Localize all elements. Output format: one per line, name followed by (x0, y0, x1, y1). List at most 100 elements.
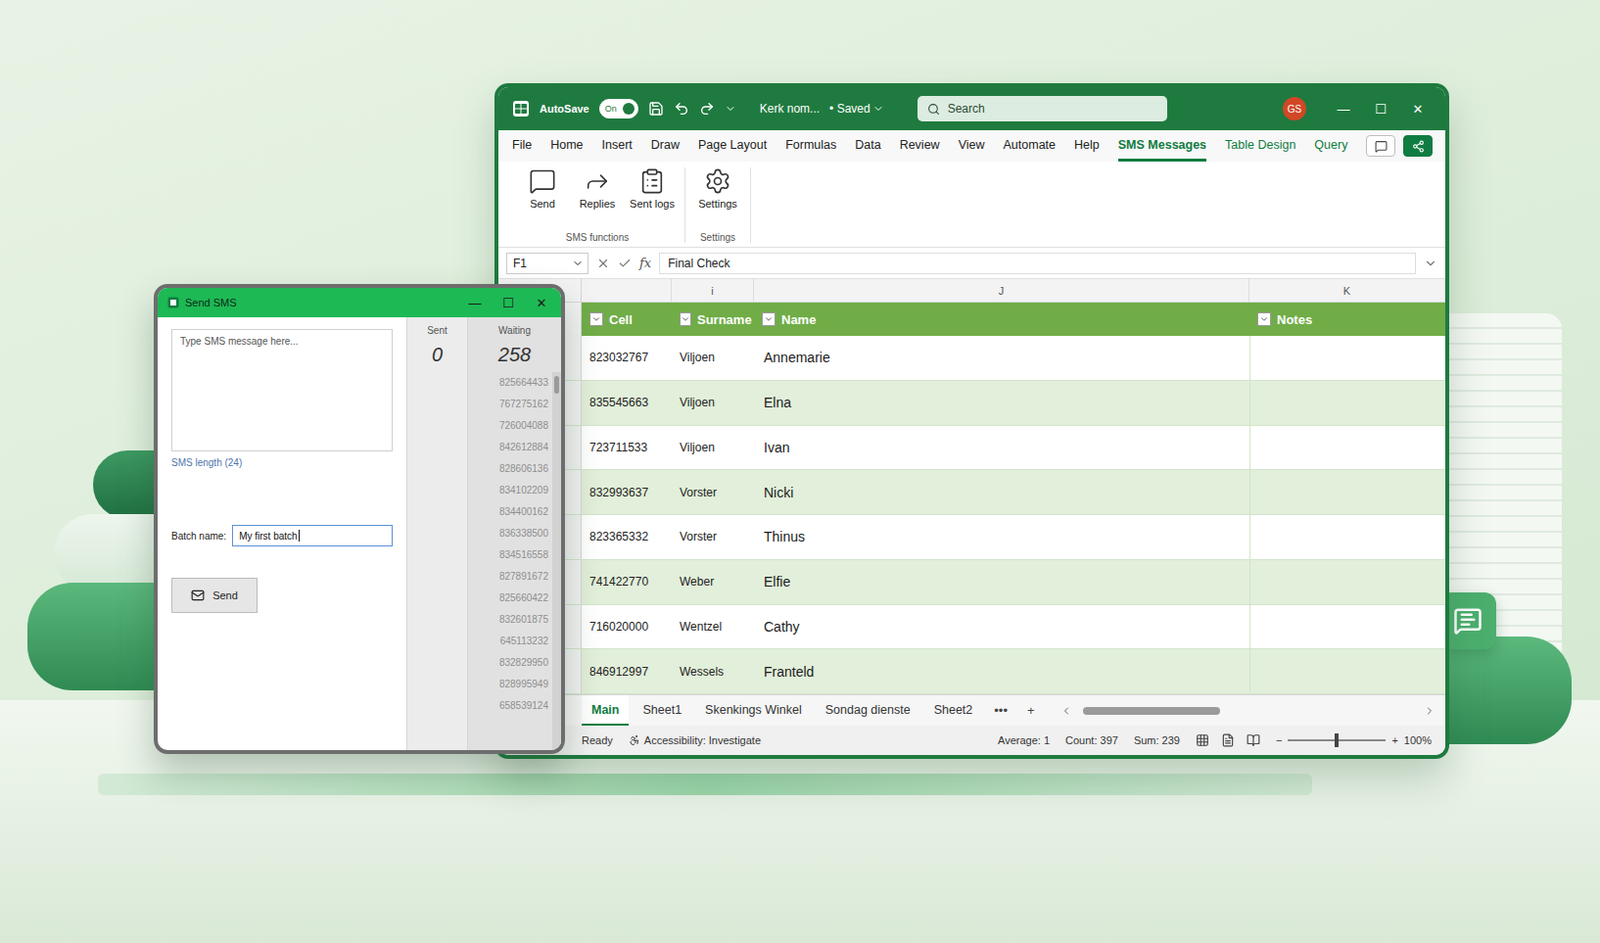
window-button[interactable]: — (461, 295, 489, 311)
header-cell[interactable]: Surname (671, 302, 754, 336)
horizontal-scrollbar[interactable] (1060, 695, 1436, 726)
customize-icon[interactable] (724, 102, 737, 115)
header-cell[interactable]: Cell (581, 302, 672, 336)
window-button[interactable]: ☐ (494, 295, 522, 311)
cell-number[interactable]: 741422770 (581, 560, 672, 605)
table-row[interactable]: 716020000WentzelCathy (498, 605, 1446, 651)
menu-tab[interactable]: SMS Messages (1118, 130, 1207, 162)
cell-name[interactable]: Cathy (753, 605, 1250, 650)
menu-tab[interactable]: View (958, 130, 986, 162)
menu-tab[interactable]: Home (550, 130, 583, 162)
cell-number[interactable]: 832993637 (581, 470, 672, 515)
cell-number[interactable]: 723711533 (581, 425, 672, 471)
cell-surname[interactable]: Weber (671, 560, 754, 605)
cell-name[interactable]: Thinus (753, 515, 1250, 560)
batch-input[interactable]: My first batch (232, 524, 393, 547)
saved-status[interactable]: • Saved (829, 101, 885, 116)
cell-name[interactable]: Ivan (753, 425, 1250, 471)
window-button[interactable]: — (1329, 101, 1358, 117)
ribbon-button[interactable]: Replies (572, 167, 622, 211)
menu-tab[interactable]: Review (899, 130, 941, 162)
zoom-in[interactable]: + (1391, 734, 1398, 747)
ribbon-button[interactable]: Send (517, 167, 567, 211)
add-sheet[interactable]: + (1019, 695, 1043, 726)
scroll-right-icon[interactable] (1423, 705, 1436, 717)
menu-tab[interactable]: Draw (651, 130, 680, 162)
table-row[interactable]: 846912997WesselsFranteld (498, 649, 1446, 695)
menu-tab[interactable]: Data (854, 130, 881, 162)
menu-tab[interactable]: Automate (1003, 130, 1057, 162)
cell-surname[interactable]: Vorster (671, 470, 754, 515)
table-row[interactable]: 723711533ViljoenIvan (498, 425, 1446, 471)
menu-tab[interactable]: Table Design (1224, 130, 1296, 162)
cell-notes[interactable] (1249, 335, 1446, 380)
column-letter[interactable]: J (753, 279, 1250, 302)
comments-button[interactable] (1365, 135, 1396, 157)
cell-surname[interactable]: Viljoen (671, 425, 754, 471)
sheet-tab[interactable]: Sondag dienste (815, 695, 921, 726)
window-button[interactable]: ✕ (1404, 101, 1432, 117)
column-letter[interactable]: i (671, 279, 754, 302)
table-row[interactable]: 832993637VorsterNicki (498, 470, 1446, 516)
window-button[interactable]: ✕ (527, 295, 556, 311)
send-button[interactable]: Send (171, 577, 258, 613)
cell-number[interactable]: 716020000 (581, 605, 672, 650)
vertical-scrollbar[interactable] (552, 372, 562, 751)
menu-tab[interactable]: File (512, 130, 532, 162)
expand-icon[interactable] (1423, 256, 1438, 271)
formula-input[interactable]: Final Check (658, 252, 1416, 275)
page-break-icon[interactable] (1246, 733, 1261, 748)
cell-notes[interactable] (1249, 470, 1446, 515)
message-input[interactable]: Type SMS message here... (171, 329, 393, 452)
cell-notes[interactable] (1249, 649, 1446, 694)
cell-number[interactable]: 823032767 (581, 335, 672, 380)
waiting-list[interactable]: 8256644337672751627260040888426128848286… (468, 372, 562, 751)
filter-button[interactable] (679, 312, 692, 327)
cell-name[interactable]: Nicki (753, 470, 1250, 515)
accessibility-status[interactable]: Accessibility: Investigate (628, 734, 761, 747)
cell-name[interactable]: Franteld (753, 649, 1250, 694)
cell-number[interactable]: 846912997 (581, 649, 672, 694)
save-icon[interactable] (648, 100, 664, 117)
scroll-thumb[interactable] (1082, 706, 1222, 715)
autosave-toggle[interactable]: On (599, 98, 639, 119)
cell-number[interactable]: 823365332 (581, 515, 672, 560)
name-box[interactable]: F1 (506, 252, 589, 275)
zoom-out[interactable]: − (1275, 734, 1282, 747)
cell-notes[interactable] (1249, 380, 1446, 425)
menu-tab[interactable]: Insert (602, 130, 633, 162)
ribbon-button[interactable]: Settings (693, 167, 743, 211)
cell-surname[interactable]: Viljoen (671, 380, 754, 425)
scroll-left-icon[interactable] (1060, 705, 1073, 717)
column-letter[interactable]: K (1249, 279, 1446, 302)
header-cell[interactable]: Name (753, 302, 1250, 336)
sheet-tab[interactable]: Sheet2 (924, 695, 984, 726)
undo-icon[interactable] (673, 100, 690, 117)
menu-tab[interactable]: Help (1074, 130, 1100, 162)
cell-notes[interactable] (1249, 605, 1446, 650)
zoom-slider[interactable] (1287, 739, 1386, 742)
cell-notes[interactable] (1249, 515, 1446, 560)
redo-icon[interactable] (699, 100, 715, 117)
cell-name[interactable]: Annemarie (753, 335, 1250, 380)
cell-notes[interactable] (1249, 425, 1446, 471)
sheet-tab[interactable]: Main (581, 695, 629, 726)
table-row[interactable]: 823032767ViljoenAnnemarie (498, 335, 1446, 381)
user-avatar[interactable]: GS (1282, 96, 1307, 121)
filter-button[interactable] (761, 312, 776, 327)
more-sheets[interactable]: ••• (986, 695, 1016, 726)
cell-surname[interactable]: Vorster (671, 515, 754, 560)
insert-function[interactable]: fx (639, 255, 652, 271)
normal-view-icon[interactable] (1195, 733, 1210, 748)
cell-surname[interactable]: Viljoen (671, 335, 754, 380)
zoom-level[interactable]: 100% (1404, 734, 1432, 747)
page-layout-icon[interactable] (1221, 733, 1235, 748)
cell-notes[interactable] (1249, 560, 1446, 605)
cell-surname[interactable]: Wentzel (671, 605, 754, 650)
filter-button[interactable] (1257, 312, 1271, 327)
share-button[interactable] (1403, 135, 1433, 157)
sheet-tab[interactable]: Sheet1 (632, 695, 692, 726)
search-box[interactable]: Search (917, 95, 1168, 122)
header-cell[interactable]: Notes (1249, 302, 1446, 336)
cell-name[interactable]: Elna (753, 380, 1250, 425)
